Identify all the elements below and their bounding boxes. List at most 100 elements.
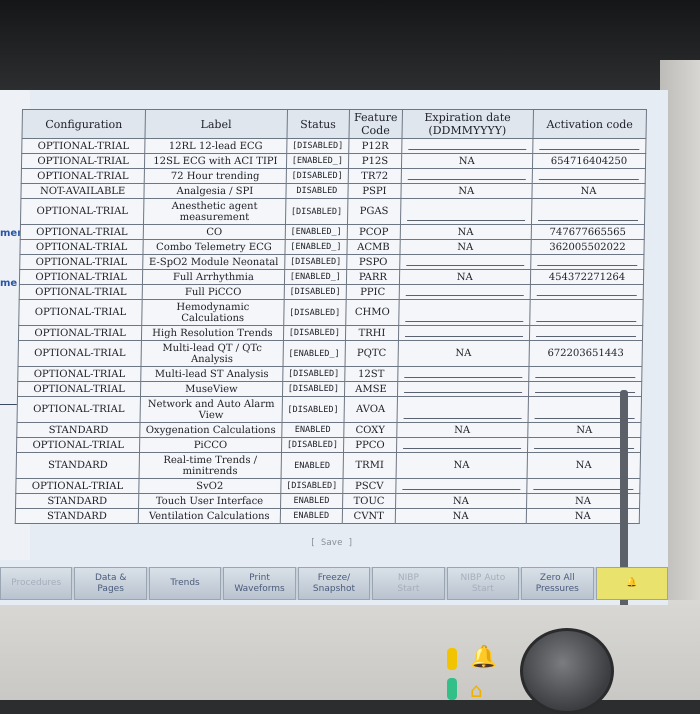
table-row[interactable]: STANDARD Touch User Interface ENABLED TOUC N… [15,493,640,509]
cell-expiration-date[interactable] [397,381,529,397]
cell-expiration-date[interactable]: NA [400,183,533,199]
cell-status: [DISABLED] [283,299,347,326]
table-row[interactable]: OPTIONAL-TRIAL SvO2 [DISABLED] PSCV [15,478,641,494]
toolbar-button[interactable]: NIBP Start [372,567,445,600]
alarm-silence-icon[interactable]: ⌂ [470,678,483,702]
cell-activation-code[interactable]: NA [531,183,646,199]
toolbar-button[interactable]: Trends [148,567,222,600]
cell-expiration-date[interactable] [396,396,529,423]
toolbar-button[interactable]: Data & Pages [74,567,147,600]
cell-expiration-date[interactable] [400,198,532,225]
table-row[interactable]: OPTIONAL-TRIAL 12SL ECG with ACI TIPI [ENA… [21,153,646,169]
cell-activation-code[interactable] [529,299,644,326]
table-row[interactable]: OPTIONAL-TRIAL Multi-lead QT / QTc Analys… [18,340,643,367]
table-row[interactable]: OPTIONAL-TRIAL PiCCO [DISABLED] PPCO [16,437,641,453]
cell-label: MuseView [140,381,283,397]
cell-activation-code[interactable]: 654716404250 [532,153,646,169]
cell-feature-code: ACMB [347,239,400,255]
cell-configuration: OPTIONAL-TRIAL [19,254,144,270]
cell-activation-code[interactable]: 454372271264 [530,269,644,285]
cell-expiration-date[interactable] [397,366,529,382]
monitor-top-bezel [0,0,700,95]
cell-status: [ENABLED_] [284,239,348,255]
cell-configuration: STANDARD [15,508,139,524]
table-row[interactable]: OPTIONAL-TRIAL MuseView [DISABLED] AMSE [17,381,642,397]
cell-expiration-date[interactable]: NA [399,224,532,240]
cell-activation-code[interactable] [530,254,644,270]
cell-activation-code[interactable] [532,168,646,184]
cell-expiration-date[interactable]: NA [395,452,528,479]
cell-activation-code[interactable] [530,284,644,300]
toolbar-button[interactable]: Freeze/ Snapshot [297,567,371,600]
trim-knob[interactable] [520,628,614,714]
cell-activation-code[interactable] [529,325,643,341]
table-row[interactable]: OPTIONAL-TRIAL E-SpO2 Module Neonatal [DIS… [19,254,644,270]
toolbar-button[interactable]: Zero All Pressures [521,567,594,600]
table-row[interactable]: OPTIONAL-TRIAL Multi-lead ST Analysis [DIS… [17,366,643,382]
cell-configuration: OPTIONAL-TRIAL [20,224,144,240]
toolbar-button[interactable]: NIBP Auto Start [446,567,520,600]
software-options-table: Configuration Label Status Feature Code … [14,109,647,524]
cell-expiration-date[interactable] [398,299,531,326]
table-row[interactable]: STANDARD Oxygenation Calculations ENABLED C… [16,422,642,438]
cell-expiration-date[interactable]: NA [399,269,531,285]
cell-expiration-date[interactable] [395,478,527,494]
cell-status: [ENABLED_] [284,224,348,240]
cell-expiration-date[interactable]: NA [401,153,533,169]
table-row[interactable]: NOT-AVAILABLE Analgesia / SPI DISABLED PSPI… [20,183,646,199]
cell-activation-code[interactable] [528,366,643,382]
cell-activation-code[interactable]: 747677665565 [531,224,645,240]
cell-configuration: OPTIONAL-TRIAL [18,340,142,367]
table-row[interactable]: OPTIONAL-TRIAL Combo Telemetry ECG [ENABLE… [19,239,645,255]
cell-expiration-date[interactable] [399,254,531,270]
cell-expiration-date[interactable]: NA [396,422,528,438]
cell-expiration-date[interactable] [398,325,530,341]
alarm-bell-icon[interactable]: 🔔 [470,645,497,670]
toolbar-button[interactable]: Procedures [0,567,73,600]
cell-configuration: OPTIONAL-TRIAL [21,138,146,154]
table-row[interactable]: STANDARD Ventilation Calculations ENABLED C… [15,508,640,524]
cell-status: [DISABLED] [284,254,348,270]
license-table-wrapper: Configuration Label Status Feature Code … [14,109,647,554]
cell-activation-code[interactable]: 672203651443 [528,340,643,367]
toolbar-button[interactable]: Print Waveforms [223,567,296,600]
cell-expiration-date[interactable] [400,168,533,184]
table-row[interactable]: STANDARD Real-time Trends / minitrends ENA… [16,452,641,479]
cell-label: Multi-lead QT / QTc Analysis [141,340,283,367]
cell-label: E-SpO2 Module Neonatal [142,254,285,270]
alarm-silence-button[interactable]: 🔔 [595,567,668,600]
cell-expiration-date[interactable] [398,284,531,300]
cell-expiration-date[interactable] [396,437,528,453]
cell-status: ENABLED [279,508,343,524]
cell-label: Anesthetic agent measurement [143,198,286,225]
cell-status: ENABLED [280,493,343,509]
save-button[interactable]: [ Save ] [310,538,353,548]
cell-expiration-date[interactable]: NA [397,340,530,367]
cell-expiration-date[interactable] [401,138,533,154]
cell-label: Hemodynamic Calculations [141,299,284,326]
cell-expiration-date[interactable]: NA [399,239,532,255]
cell-activation-code[interactable] [531,198,645,225]
table-row[interactable]: OPTIONAL-TRIAL 12RL 12-lead ECG [DISABLED]… [21,138,646,154]
cell-feature-code: PPIC [346,284,400,300]
cell-feature-code: AMSE [344,381,398,397]
table-row[interactable]: OPTIONAL-TRIAL Full PiCCO [DISABLED] PPIC [19,284,644,300]
cell-label: SvO2 [138,478,281,494]
table-row[interactable]: OPTIONAL-TRIAL Network and Auto Alarm Vie… [17,396,642,423]
cell-configuration: OPTIONAL-TRIAL [15,478,140,494]
table-row[interactable]: OPTIONAL-TRIAL Full Arrhythmia [ENABLED_] P… [19,269,644,285]
cell-configuration: OPTIONAL-TRIAL [19,239,144,255]
table-row[interactable]: OPTIONAL-TRIAL High Resolution Trends [DIS… [18,325,643,341]
cell-status: [DISABLED] [281,381,345,397]
cell-expiration-date[interactable]: NA [395,493,527,509]
table-row[interactable]: OPTIONAL-TRIAL 72 Hour trending [DISABLED]… [21,168,646,184]
table-row[interactable]: OPTIONAL-TRIAL Anesthetic agent measureme… [20,198,645,225]
cell-expiration-date[interactable]: NA [394,508,527,524]
cell-activation-code[interactable] [532,138,646,154]
table-row[interactable]: OPTIONAL-TRIAL Hemodynamic Calculations [D… [18,299,644,326]
cell-activation-code[interactable]: 362005502022 [530,239,645,255]
cell-label: Touch User Interface [138,493,281,509]
cell-status: [ENABLED_] [285,153,349,169]
cell-label: 12SL ECG with ACI TIPI [144,153,287,169]
table-row[interactable]: OPTIONAL-TRIAL CO [ENABLED_] PCOP NA 74767766… [20,224,645,240]
